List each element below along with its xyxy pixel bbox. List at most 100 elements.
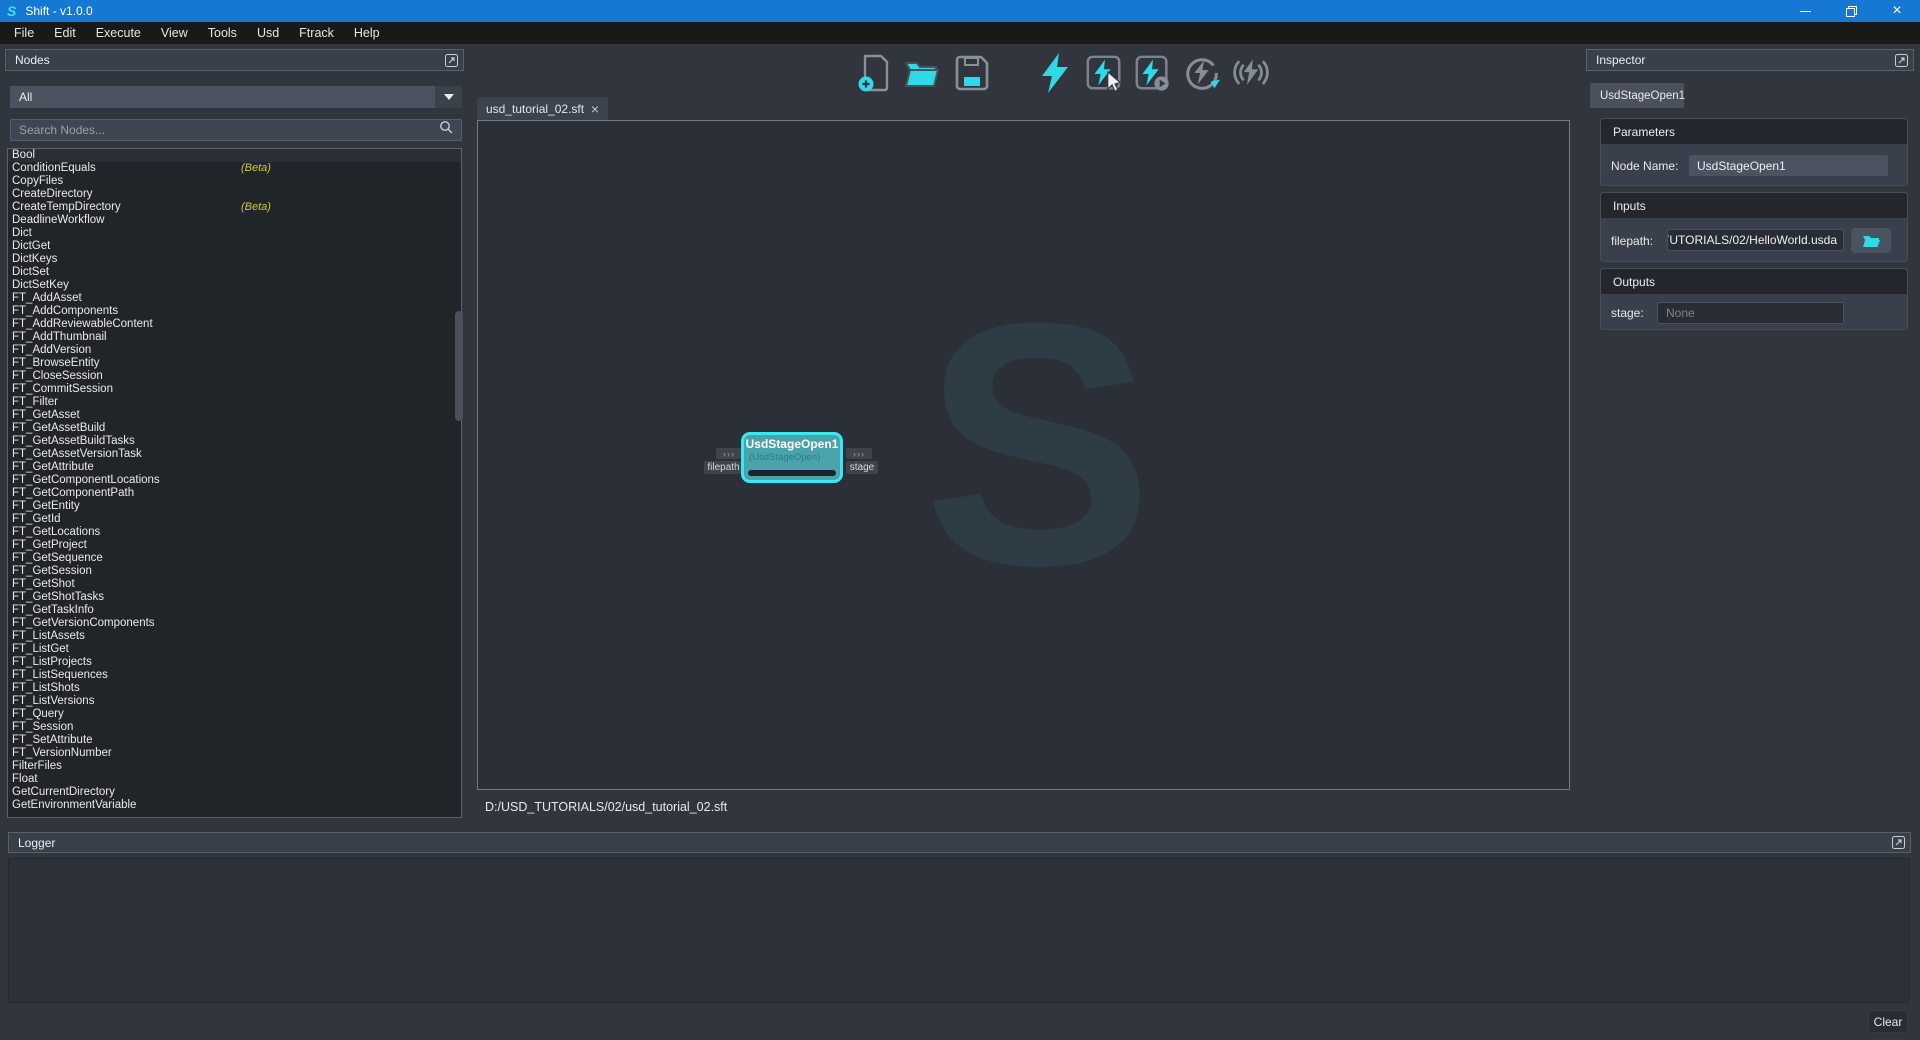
- node-list-item[interactable]: FT_GetShot: [8, 578, 461, 591]
- node-list-item[interactable]: FT_AddComponents: [8, 305, 461, 318]
- node-list-item[interactable]: FT_GetAttribute: [8, 461, 461, 474]
- filepath-input[interactable]: D:/USD_TUTORIALS/02/HelloWorld.usda: [1667, 229, 1844, 251]
- node-list-item[interactable]: FT_GetComponentLocations: [8, 474, 461, 487]
- reload-execute-icon: [1182, 52, 1222, 94]
- node-list-item[interactable]: CreateTempDirectory(Beta): [8, 201, 461, 214]
- node-list-item[interactable]: FT_CloseSession: [8, 370, 461, 383]
- node-list-item[interactable]: FT_CommitSession: [8, 383, 461, 396]
- node-list-item[interactable]: DictSet: [8, 266, 461, 279]
- node-list-item[interactable]: FT_BrowseEntity: [8, 357, 461, 370]
- node-list-item[interactable]: FT_GetComponentPath: [8, 487, 461, 500]
- node-list-item[interactable]: FT_ListShots: [8, 682, 461, 695]
- menu-item-help[interactable]: Help: [344, 22, 390, 44]
- node-list-item-label: FT_BrowseEntity: [12, 357, 100, 369]
- node-filter-dropdown[interactable]: All: [10, 86, 462, 108]
- usd-stage-open-node[interactable]: UsdStageOpen1 (UsdStageOpen): [741, 432, 843, 483]
- search-input[interactable]: [11, 123, 439, 137]
- menu-item-ftrack[interactable]: Ftrack: [289, 22, 344, 44]
- node-list-item[interactable]: FT_GetSequence: [8, 552, 461, 565]
- node-list-item[interactable]: FT_AddVersion: [8, 344, 461, 357]
- graph-tab[interactable]: usd_tutorial_02.sft ×: [477, 97, 608, 120]
- live-execute-button[interactable]: [1231, 53, 1271, 93]
- node-list-item[interactable]: FT_GetEntity: [8, 500, 461, 513]
- node-graph-canvas[interactable]: S ››› filepath UsdStageOpen1 (UsdStageOp…: [477, 120, 1570, 790]
- node-list-item[interactable]: FT_GetShotTasks: [8, 591, 461, 604]
- browse-file-button[interactable]: [1851, 228, 1891, 253]
- node-list-item-label: FT_ListSequences: [12, 669, 108, 681]
- execute-from-node-button[interactable]: [1133, 53, 1173, 93]
- node-filter-value: All: [10, 90, 32, 104]
- node-list-item[interactable]: FT_ListProjects: [8, 656, 461, 669]
- close-button[interactable]: ×: [1874, 0, 1920, 22]
- stage-output-field[interactable]: None: [1657, 302, 1844, 324]
- node-list-item[interactable]: FT_GetAsset: [8, 409, 461, 422]
- node-list-item[interactable]: ConditionEquals(Beta): [8, 162, 461, 175]
- menu-item-edit[interactable]: Edit: [44, 22, 86, 44]
- node-list-item[interactable]: FT_AddThumbnail: [8, 331, 461, 344]
- menu-item-usd[interactable]: Usd: [247, 22, 289, 44]
- open-graph-button[interactable]: [902, 53, 942, 93]
- node-list-item[interactable]: DeadlineWorkflow: [8, 214, 461, 227]
- reload-execute-button[interactable]: [1182, 53, 1222, 93]
- outputs-group-header: Outputs: [1601, 269, 1907, 294]
- new-graph-button[interactable]: [853, 53, 893, 93]
- node-list-item[interactable]: FT_GetTaskInfo: [8, 604, 461, 617]
- node-list-item[interactable]: FT_GetVersionComponents: [8, 617, 461, 630]
- node-status-bar: [748, 470, 836, 476]
- node-list-item[interactable]: DictSetKey: [8, 279, 461, 292]
- menu-item-view[interactable]: View: [151, 22, 198, 44]
- float-panel-button[interactable]: [1895, 54, 1908, 67]
- inspector-node-tab[interactable]: UsdStageOpen1: [1590, 83, 1684, 108]
- input-port-label[interactable]: filepath: [704, 461, 743, 474]
- node-list-item[interactable]: FT_AddAsset: [8, 292, 461, 305]
- node-list-item[interactable]: Float: [8, 773, 461, 786]
- node-list-scrollbar[interactable]: [455, 311, 463, 421]
- node-list-item[interactable]: Bool: [8, 149, 461, 162]
- node-list-item-label: FT_GetSession: [12, 565, 92, 577]
- menu-item-tools[interactable]: Tools: [198, 22, 247, 44]
- node-list-item[interactable]: DictKeys: [8, 253, 461, 266]
- node-list-item[interactable]: FT_ListSequences: [8, 669, 461, 682]
- output-port-arrows-icon[interactable]: ›››: [846, 448, 872, 459]
- node-list-item[interactable]: CopyFiles: [8, 175, 461, 188]
- node-list-item[interactable]: FT_SetAttribute: [8, 734, 461, 747]
- node-list-item-label: DictSet: [12, 266, 49, 278]
- node-list-item[interactable]: FT_GetAssetVersionTask: [8, 448, 461, 461]
- node-list-item[interactable]: FT_GetAssetBuildTasks: [8, 435, 461, 448]
- node-list-item[interactable]: GetCurrentDirectory: [8, 786, 461, 799]
- node-list-item[interactable]: FT_Query: [8, 708, 461, 721]
- node-list-item[interactable]: CreateDirectory: [8, 188, 461, 201]
- node-list-item-label: Bool: [12, 149, 35, 161]
- save-graph-button[interactable]: [951, 53, 991, 93]
- execute-button[interactable]: [1035, 53, 1075, 93]
- menu-item-execute[interactable]: Execute: [86, 22, 151, 44]
- input-port-arrows-icon[interactable]: ›››: [716, 448, 742, 459]
- clear-logger-button[interactable]: Clear: [1868, 1010, 1908, 1033]
- outputs-group: Outputs stage: None: [1600, 268, 1908, 330]
- node-list-item[interactable]: FT_GetProject: [8, 539, 461, 552]
- node-list-item[interactable]: FilterFiles: [8, 760, 461, 773]
- tab-close-icon[interactable]: ×: [591, 102, 599, 116]
- node-list-item[interactable]: FT_Session: [8, 721, 461, 734]
- float-panel-button[interactable]: [445, 54, 458, 67]
- node-list-item[interactable]: FT_GetLocations: [8, 526, 461, 539]
- node-list-item[interactable]: FT_GetId: [8, 513, 461, 526]
- menu-item-file[interactable]: File: [4, 22, 44, 44]
- node-list-item[interactable]: FT_ListVersions: [8, 695, 461, 708]
- minimize-button[interactable]: [1782, 0, 1828, 22]
- float-panel-button[interactable]: [1892, 836, 1905, 849]
- node-list-item[interactable]: FT_ListGet: [8, 643, 461, 656]
- node-list-item[interactable]: FT_GetSession: [8, 565, 461, 578]
- node-list-item[interactable]: FT_AddReviewableContent: [8, 318, 461, 331]
- restore-button[interactable]: [1828, 0, 1874, 22]
- node-list-item[interactable]: GetEnvironmentVariable: [8, 799, 461, 812]
- node-list-item[interactable]: FT_GetAssetBuild: [8, 422, 461, 435]
- execute-selected-button[interactable]: [1084, 53, 1124, 93]
- node-list-item[interactable]: DictGet: [8, 240, 461, 253]
- node-list-item[interactable]: Dict: [8, 227, 461, 240]
- node-list-item[interactable]: FT_ListAssets: [8, 630, 461, 643]
- node-list-item[interactable]: FT_Filter: [8, 396, 461, 409]
- node-list-item[interactable]: FT_VersionNumber: [8, 747, 461, 760]
- node-name-input[interactable]: UsdStageOpen1: [1689, 155, 1888, 176]
- output-port-label[interactable]: stage: [846, 461, 878, 474]
